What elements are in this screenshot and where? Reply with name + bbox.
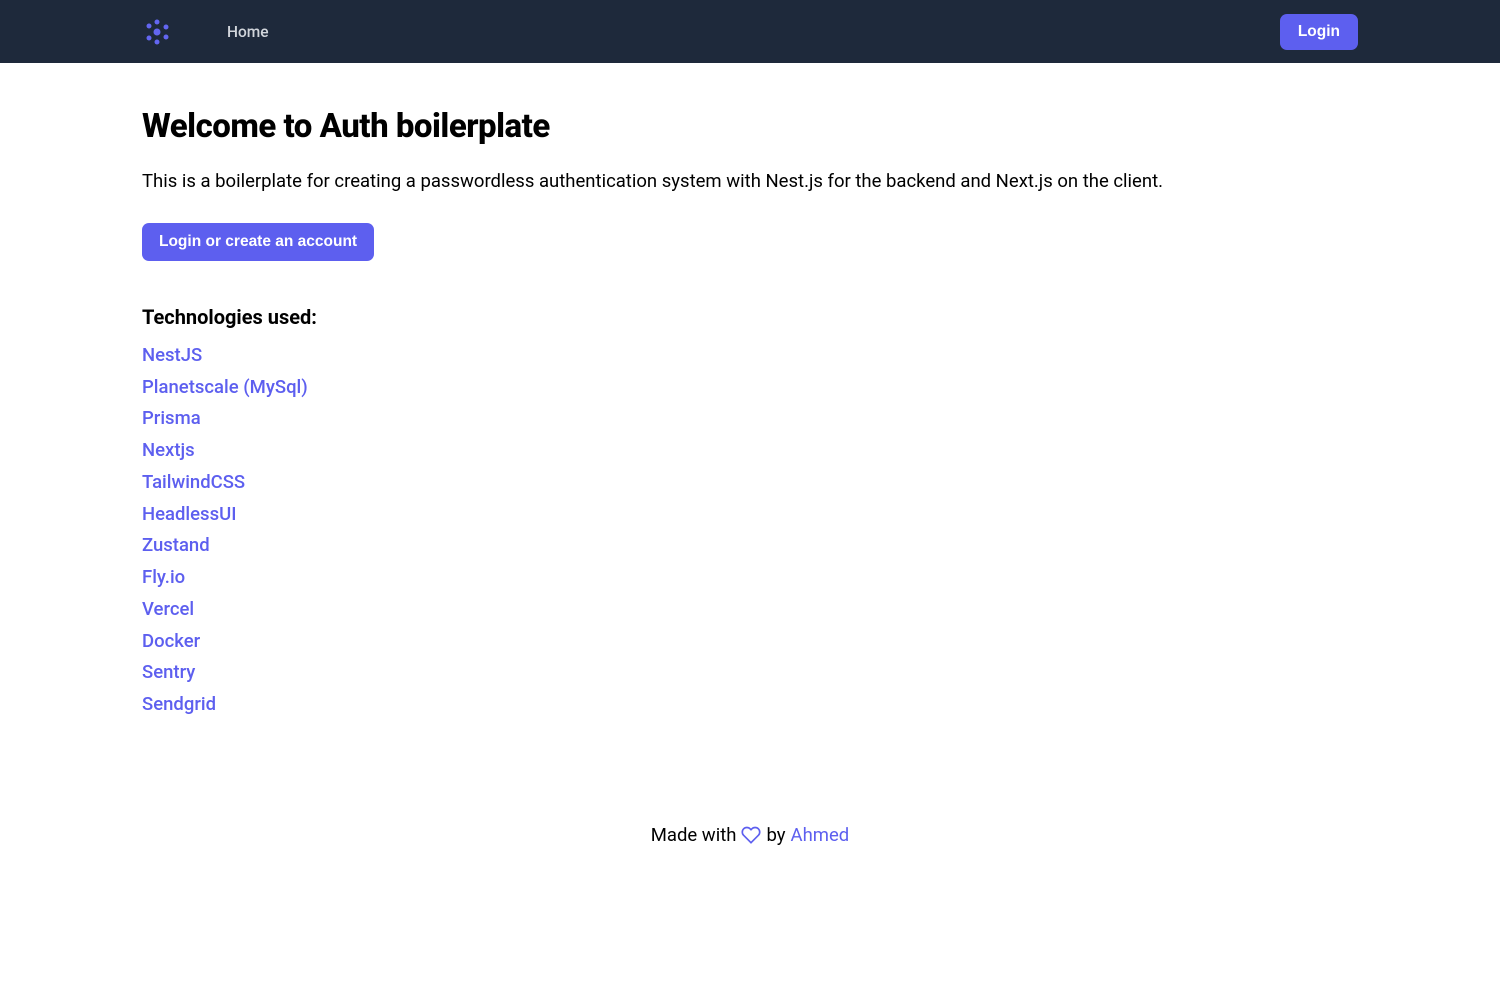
- tech-link-prisma[interactable]: Prisma: [142, 407, 201, 429]
- tech-link-tailwindcss[interactable]: TailwindCSS: [142, 471, 245, 493]
- heart-icon: [741, 825, 761, 845]
- tech-link-vercel[interactable]: Vercel: [142, 598, 194, 620]
- footer: Made with by Ahmed: [142, 824, 1358, 846]
- tech-link-nextjs[interactable]: Nextjs: [142, 439, 195, 461]
- nav-home-link[interactable]: Home: [227, 23, 269, 41]
- tech-link-nestjs[interactable]: NestJS: [142, 344, 202, 366]
- main-container: Welcome to Auth boilerplate This is a bo…: [142, 63, 1358, 846]
- tech-link-sentry[interactable]: Sentry: [142, 661, 195, 683]
- login-button[interactable]: Login: [1280, 14, 1358, 50]
- navbar-left: Home: [142, 17, 269, 47]
- tech-link-headlessui[interactable]: HeadlessUI: [142, 503, 236, 525]
- footer-suffix: by: [766, 824, 785, 846]
- tech-link-zustand[interactable]: Zustand: [142, 534, 210, 556]
- logo-icon[interactable]: [142, 17, 172, 47]
- footer-author-link[interactable]: Ahmed: [791, 824, 850, 846]
- login-create-account-button[interactable]: Login or create an account: [142, 223, 374, 261]
- technologies-heading: Technologies used:: [142, 305, 1358, 329]
- navbar: Home Login: [0, 0, 1500, 63]
- tech-link-docker[interactable]: Docker: [142, 630, 200, 652]
- footer-prefix: Made with: [651, 824, 737, 846]
- page-description: This is a boilerplate for creating a pas…: [142, 168, 1358, 196]
- technologies-list: NestJS Planetscale (MySql) Prisma Nextjs…: [142, 342, 1358, 719]
- tech-link-sendgrid[interactable]: Sendgrid: [142, 693, 216, 715]
- page-title: Welcome to Auth boilerplate: [142, 107, 1358, 146]
- tech-link-flyio[interactable]: Fly.io: [142, 566, 185, 588]
- tech-link-planetscale[interactable]: Planetscale (MySql): [142, 376, 308, 398]
